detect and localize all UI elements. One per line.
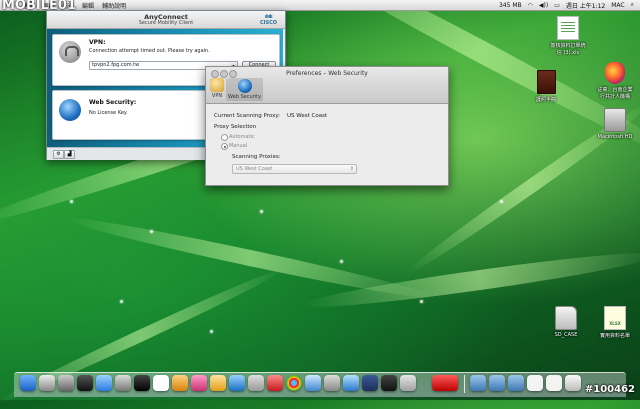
dock-separator [464,375,465,393]
automatic-option-label: Automatic [229,134,255,140]
user-name[interactable]: MAC [611,2,624,9]
preferences-titlebar[interactable]: Preferences – Web Security VPN Web Secur… [206,67,448,104]
menu-item[interactable]: 編輯 [82,1,94,10]
document-stack-icon[interactable] [527,375,543,391]
manual-radio[interactable] [221,143,228,150]
terminal-icon[interactable] [381,375,397,391]
applications-folder-icon[interactable] [470,375,486,391]
clock[interactable]: 週日 上午1:12 [566,1,605,10]
preview-icon[interactable] [248,375,264,391]
automatic-radio[interactable] [221,134,228,141]
desktop-icon-xls[interactable]: 簽核資料訂單統 信 (3).xls [548,16,588,56]
trash-icon[interactable] [565,375,581,391]
dock [14,372,626,397]
current-proxy-label: Current Scanning Proxy: [214,113,281,119]
sd-card-icon [555,306,577,330]
launchpad-icon[interactable] [58,375,74,391]
gear-icon[interactable]: ⚙ [53,150,64,159]
scanning-proxies-select[interactable]: US West Coast ⇕ [232,164,357,174]
preferences-body: Current Scanning Proxy: US West Coast Pr… [206,104,448,185]
chevron-updown-icon: ⇕ [349,166,354,172]
spotlight-icon[interactable]: ⌕ [631,1,634,9]
utility-icon[interactable] [400,375,416,391]
downloads-folder-icon[interactable] [508,375,524,391]
passport-icon [536,70,556,94]
apple-rainbow-icon [605,62,625,84]
watermark: #100462 [584,384,635,395]
app-store-icon[interactable] [305,375,321,391]
vpn-label: VPN: [89,39,106,46]
cisco-logo: ılıılı CISCO [259,14,277,26]
menu-item[interactable]: 輔助說明 [102,1,126,10]
dashboard-icon[interactable] [39,375,55,391]
preferences-window: Preferences – Web Security VPN Web Secur… [205,66,449,186]
itunes-icon[interactable] [229,375,245,391]
wifi-icon[interactable]: ◠ [528,2,533,9]
desktop-icon-app[interactable]: 註冊：台南企業 行共計人機構 [592,62,638,100]
network-speed: 345 MB [498,1,522,9]
xlsx-icon [604,306,626,330]
globe-icon [237,79,252,93]
network-app-icon[interactable] [343,375,359,391]
documents-folder-icon[interactable] [489,375,505,391]
photo-booth-icon[interactable] [210,375,226,391]
document-stack-icon[interactable] [546,375,562,391]
current-proxy-value: US West Coast [287,113,328,119]
mail-icon[interactable] [115,375,131,391]
facetime-icon[interactable] [134,375,150,391]
desktop-icon-xlsx[interactable]: 實用資料名單 [592,306,638,339]
proxy-selection-label: Proxy Selection [214,124,257,130]
web-security-status: No License Key. [89,110,128,116]
mission-control-icon[interactable] [77,375,93,391]
preferences-title: Preferences – Web Security [286,70,368,77]
manual-option-label: Manual [229,143,248,149]
iphoto-icon[interactable] [191,375,207,391]
tab-vpn[interactable]: VPN [210,78,224,99]
scanning-proxies-label: Scanning Proxies: [232,154,281,160]
minimized-window-icon[interactable] [432,375,458,391]
battery-icon[interactable]: ▭ [554,2,560,9]
tab-web-security[interactable]: Web Security [226,78,264,101]
volume-icon[interactable]: ◀)) [539,2,548,9]
anyconnect-titlebar[interactable]: AnyConnect Secure Mobility Client ılıılı… [47,11,285,29]
desktop-icon-passport[interactable]: 護照手冊 [528,70,564,103]
calendar-icon[interactable] [153,375,169,391]
vpn-lock-icon [59,41,81,63]
acrobat-icon[interactable] [267,375,283,391]
lock-icon [210,78,224,92]
statistics-icon[interactable]: ▟ [64,150,75,159]
hard-drive-icon [604,108,626,132]
safari-icon[interactable] [96,375,112,391]
app-icon[interactable] [362,375,378,391]
anyconnect-subtitle: Secure Mobility Client [138,20,194,26]
finder-icon[interactable] [20,375,36,391]
address-book-icon[interactable] [172,375,188,391]
vpn-status-message: Connection attempt timed out. Please try… [89,48,210,54]
chrome-icon[interactable] [286,375,302,391]
desktop-icon-macintosh-hd[interactable]: Macintosh HD [592,108,638,140]
spreadsheet-doc-icon [557,16,579,40]
web-security-label: Web Security: [89,99,137,106]
desktop-icon-sd-case[interactable]: SD_CASE [548,306,584,338]
system-preferences-icon[interactable] [324,375,340,391]
web-security-globe-icon [59,99,81,121]
